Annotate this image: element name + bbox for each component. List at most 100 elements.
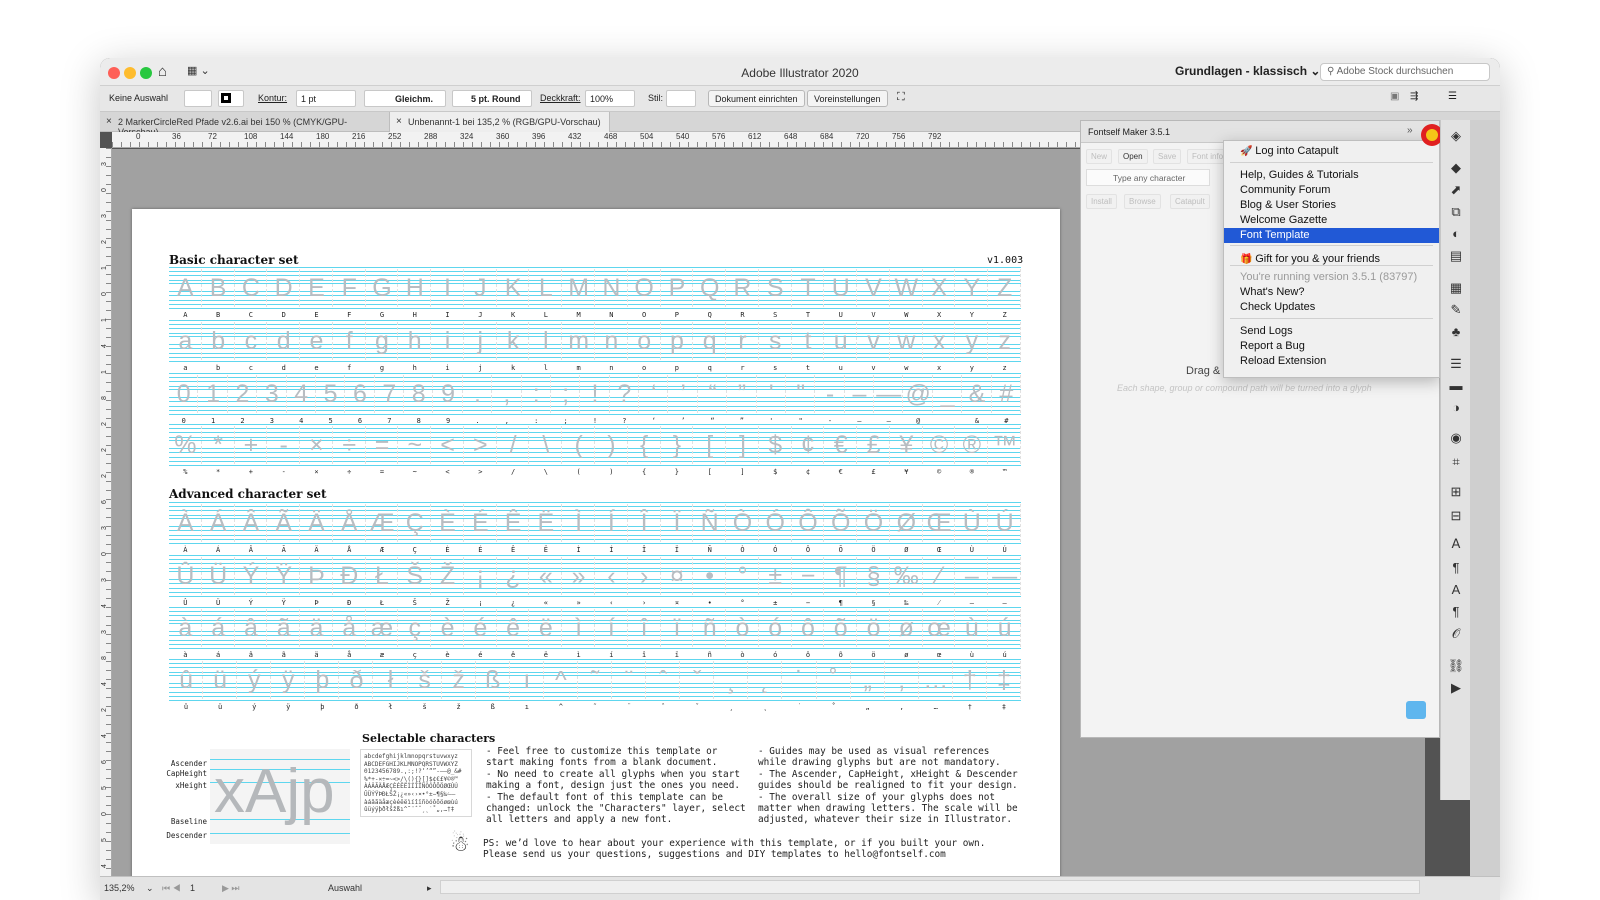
glyph-cell[interactable]: â <box>235 607 268 649</box>
glyph-cell[interactable]: ù <box>955 607 988 649</box>
glyph-cell[interactable]: ± <box>759 555 792 597</box>
glyph-cell[interactable]: u <box>824 320 857 362</box>
stroke-icon[interactable]: ☰ <box>1441 356 1471 372</box>
next-artboard-icon[interactable]: ▶ ⏭ <box>222 883 240 894</box>
glyph-cell[interactable]: F <box>333 267 366 309</box>
glyph-cell[interactable]: ; <box>551 373 581 415</box>
glyph-cell[interactable]: ¥ <box>890 424 923 466</box>
glyph-cell[interactable]: − <box>792 555 825 597</box>
glyph-cell[interactable]: 8 <box>404 373 434 415</box>
glyph-cell[interactable]: P <box>661 267 694 309</box>
glyph-cell[interactable]: – <box>845 373 875 415</box>
glyph-cell[interactable]: 9 <box>433 373 464 415</box>
glyph-cell[interactable]: ^ <box>544 659 579 701</box>
artboards-icon[interactable]: ⧉ <box>1441 204 1471 220</box>
appearance-icon[interactable]: ◉ <box>1441 430 1471 446</box>
expand-panel-icon[interactable]: » <box>1407 125 1413 136</box>
workspace-switcher[interactable]: Grundlagen - klassisch ⌄ <box>1175 64 1320 78</box>
glyph-cell[interactable]: « <box>529 555 562 597</box>
glyph-cell[interactable]: e <box>300 320 333 362</box>
glyph-cell[interactable]: @ <box>903 373 934 415</box>
glyph-cell[interactable]: l <box>529 320 562 362</box>
zoom-level[interactable]: 135,2% <box>104 883 135 893</box>
preferences-button[interactable]: Voreinstellungen <box>807 90 888 107</box>
glyph-cell[interactable]: — <box>874 373 904 415</box>
menu-item-report-a-bug[interactable]: Report a Bug <box>1224 339 1439 354</box>
tab-document-1[interactable]: × 2 MarkerCircleRed Pfade v2.6.ai bei 150… <box>100 112 390 137</box>
glyph-cell[interactable]: ü <box>203 659 238 701</box>
glyph-cell[interactable]: ‡ <box>987 659 1022 701</box>
glyph-cell[interactable]: Ò <box>726 502 759 544</box>
new-button[interactable]: New <box>1086 149 1113 164</box>
glyph-cell[interactable]: 2 <box>228 373 258 415</box>
glyph-cell[interactable]: ‒ <box>955 555 988 597</box>
glyph-cell[interactable]: Ñ <box>693 502 726 544</box>
glyph-cell[interactable]: ç <box>398 607 431 649</box>
close-tab-icon[interactable]: × <box>106 116 112 127</box>
glyph-cell[interactable]: q <box>693 320 726 362</box>
glyph-cell[interactable]: O <box>628 267 661 309</box>
horizontal-scrollbar[interactable] <box>440 880 1420 894</box>
glyph-cell[interactable]: > <box>464 424 497 466</box>
properties-icon[interactable]: ◈ <box>1441 128 1471 144</box>
glyph-cell[interactable]: ˇ <box>680 659 715 701</box>
glyph-cell[interactable]: j <box>464 320 497 362</box>
glyph-cell[interactable]: ‚ <box>885 659 919 701</box>
panel-menu-icon[interactable]: ☰ <box>1448 91 1457 102</box>
glyph-cell[interactable]: # <box>992 373 1022 415</box>
glyph-cell[interactable]: ä <box>300 607 333 649</box>
glyph-cell[interactable]: K <box>497 267 530 309</box>
glyph-cell[interactable]: î <box>628 607 661 649</box>
stroke-weight-field[interactable]: 1 pt <box>296 90 356 107</box>
glyph-cell[interactable]: Þ <box>300 555 333 597</box>
glyph-cell[interactable]: t <box>792 320 825 362</box>
glyph-cell[interactable]: Œ <box>923 502 956 544</box>
glyph-cell[interactable]: ® <box>955 424 988 466</box>
glyph-cell[interactable]: ë <box>529 607 562 649</box>
glyph-cell[interactable]: M <box>562 267 595 309</box>
glyph-cell[interactable]: æ <box>366 607 399 649</box>
glyph-cell[interactable]: 0 <box>169 373 199 415</box>
color-guide-icon[interactable]: ◐ <box>1441 226 1471 241</box>
help-chat-icon[interactable] <box>1406 701 1426 719</box>
glyph-cell[interactable]: [ <box>693 424 726 466</box>
glyph-cell[interactable]: { <box>628 424 661 466</box>
glyph-cell[interactable]: ý <box>237 659 272 701</box>
symbols-icon[interactable]: ♣ <box>1441 324 1471 339</box>
glyph-cell[interactable]: Î <box>628 502 661 544</box>
glyph-cell[interactable]: G <box>366 267 399 309</box>
graphic-styles-icon[interactable]: ▦ <box>1441 280 1471 296</box>
glyph-cell[interactable]: 5 <box>316 373 346 415</box>
glyph-cell[interactable]: Ú <box>988 502 1021 544</box>
glyph-cell[interactable]: w <box>890 320 923 362</box>
glyph-cell[interactable]: € <box>824 424 857 466</box>
gradient-icon[interactable]: ▬ <box>1441 378 1471 393</box>
select-similar-icon[interactable]: ⛶ <box>897 91 905 104</box>
glyph-cell[interactable]: Ì <box>562 502 595 544</box>
glyph-cell[interactable]: Û <box>169 555 202 597</box>
glyph-cell[interactable]: k <box>497 320 530 362</box>
glyph-cell[interactable]: å <box>333 607 366 649</box>
glyph-cell[interactable]: & <box>962 373 992 415</box>
glyph-cell[interactable]: U <box>824 267 857 309</box>
glyph-cell[interactable]: X <box>923 267 956 309</box>
glyph-cell[interactable]: ì <box>562 607 595 649</box>
glyph-cell[interactable]: o <box>628 320 661 362</box>
glyph-cell[interactable]: = <box>366 424 399 466</box>
glyph-cell[interactable]: Ã <box>267 502 300 544</box>
transform-icon[interactable]: ⌗ <box>1441 454 1471 470</box>
align-icon[interactable]: ⊞ <box>1441 484 1471 500</box>
glyph-cell[interactable]: ô <box>792 607 825 649</box>
glyph-cell[interactable]: J <box>464 267 497 309</box>
glyph-cell[interactable]: : <box>522 373 552 415</box>
glyph-cell[interactable]: û <box>169 659 204 701</box>
glyph-cell[interactable]: b <box>202 320 235 362</box>
glyph-cell[interactable]: / <box>497 424 530 466</box>
glyph-cell[interactable]: Ô <box>792 502 825 544</box>
glyph-cell[interactable]: õ <box>824 607 857 649</box>
transform-icon[interactable]: ⇶ <box>1410 91 1418 102</box>
glyph-cell[interactable]: Ï <box>661 502 694 544</box>
glyph-cell[interactable]: ‘ <box>639 373 669 415</box>
character-styles-icon[interactable]: A <box>1441 582 1471 597</box>
actions-icon[interactable]: ▶ <box>1441 680 1471 696</box>
